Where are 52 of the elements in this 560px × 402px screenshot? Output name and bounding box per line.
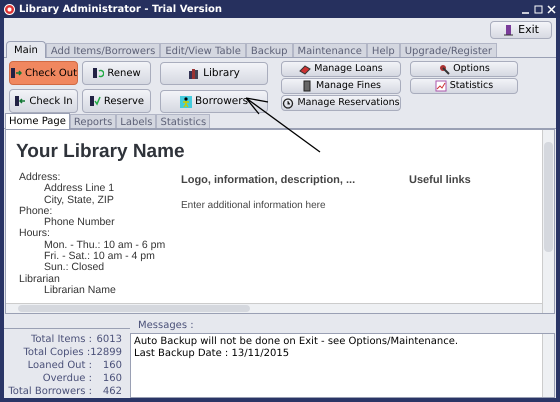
detail-value: Phone Number	[43, 217, 116, 228]
toolbar-button[interactable]: Manage Loans	[281, 61, 401, 77]
toolbar-button[interactable]: Check In	[9, 89, 78, 113]
toolbar-button[interactable]: Check Out	[9, 61, 78, 85]
toolbar-button[interactable]: Manage Fines	[281, 78, 401, 94]
detail-label: Hours:	[19, 228, 51, 240]
toolbar-button[interactable]: Manage Reservations	[281, 95, 401, 111]
detail-value: Address Line 1	[43, 183, 116, 195]
stat-label: Total Items :	[30, 333, 92, 346]
messages-label: Messages :	[137, 319, 195, 333]
tab[interactable]: Help	[366, 43, 400, 57]
tab[interactable]: Home Page	[5, 113, 70, 129]
stat-value: 462	[102, 385, 122, 398]
tab[interactable]: Statistics	[156, 114, 210, 128]
stat-label: Total Copies :	[22, 346, 90, 359]
detail-label: Phone:	[19, 206, 52, 217]
stat-label: Overdue :	[42, 372, 92, 385]
tab[interactable]: Main	[6, 41, 46, 58]
detail-value: Sun.: Closed	[43, 262, 106, 274]
stat-value: 160	[102, 359, 122, 372]
stat-value: 12899	[90, 346, 122, 359]
tab[interactable]: Edit/View Table	[160, 43, 246, 57]
tab[interactable]: Maintenance	[292, 43, 367, 57]
info-text: Enter additional information here	[181, 198, 327, 212]
tab[interactable]: Labels	[116, 114, 156, 128]
detail-value: Fri. - Sat.: 10 am - 4 pm	[43, 251, 155, 262]
toolbar-button[interactable]: Options	[410, 61, 518, 77]
message-line: Auto Backup will not be done on Exit - see Options/Maintenance.	[134, 336, 460, 348]
exit-button[interactable]: Exit	[490, 21, 552, 39]
library-name-heading: Your Library Name	[16, 140, 186, 164]
detail-value: City, State, ZIP	[43, 194, 115, 206]
toolbar-button[interactable]: Library	[160, 62, 268, 85]
detail-value: Librarian Name	[43, 284, 117, 296]
window-title: Library Administrator - Trial Version	[19, 2, 222, 16]
detail-label: Address:	[19, 172, 62, 183]
detail-label: Librarian	[19, 274, 61, 285]
tab[interactable]: Upgrade/Register	[400, 43, 498, 57]
stat-value: 6013	[96, 333, 122, 346]
stat-value: 160	[102, 372, 122, 385]
toolbar-button[interactable]: Reserve	[82, 89, 151, 113]
message-line: Last Backup Date : 13/11/2015	[134, 348, 290, 360]
tab[interactable]: Add Items/Borrowers	[46, 43, 160, 57]
tab[interactable]: Reports	[70, 114, 116, 128]
stat-label: Loaned Out :	[26, 359, 92, 372]
links-heading: Useful links	[409, 173, 471, 188]
stat-label: Total Borrowers :	[7, 385, 92, 398]
detail-value: Mon. - Thu.: 10 am - 6 pm	[43, 240, 166, 251]
tab[interactable]: Backup	[246, 43, 293, 57]
toolbar-button[interactable]: Statistics	[410, 78, 518, 94]
toolbar-button[interactable]: Borrowers	[160, 90, 268, 113]
info-heading: Logo, information, description, ...	[181, 173, 356, 188]
toolbar-button[interactable]: Renew	[82, 61, 151, 85]
